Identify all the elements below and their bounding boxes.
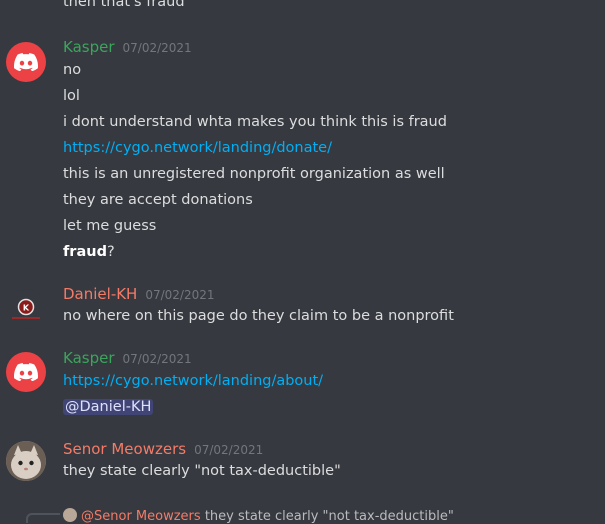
svg-text:K: K <box>23 304 30 313</box>
message-group-kasper-1: Kasper 07/02/2021 no lol i dont understan… <box>0 37 605 267</box>
username[interactable]: Kasper <box>63 38 115 56</box>
message-text: they state clearly "not tax-deductible" <box>63 463 341 479</box>
timestamp: 07/02/2021 <box>145 288 215 302</box>
message-text: they are accept donations <box>63 192 253 208</box>
message-text: no <box>63 62 82 78</box>
cat-avatar-icon <box>63 508 77 522</box>
discord-logo-icon[interactable] <box>6 352 46 392</box>
reply-preview[interactable]: @Senor Meowzers they state clearly "not … <box>63 508 454 524</box>
timestamp: 07/02/2021 <box>122 352 192 366</box>
reply-mention[interactable]: @Senor Meowzers <box>81 509 201 524</box>
message-header: Kasper 07/02/2021 <box>63 37 192 57</box>
timestamp: 07/02/2021 <box>122 41 192 55</box>
message-group-senor: Senor Meowzers 07/02/2021 they state clea… <box>0 439 605 485</box>
cat-avatar-icon[interactable] <box>6 441 46 481</box>
bold-suffix: ? <box>106 244 115 260</box>
message-text: no where on this page do they claim to b… <box>63 308 454 324</box>
message-group-daniel: K Daniel-KH 07/02/2021 no where on this p… <box>0 284 605 330</box>
about-link[interactable]: https://cygo.network/landing/about/ <box>63 371 323 391</box>
message-text: lol <box>63 88 80 104</box>
discord-logo-icon[interactable] <box>6 42 46 82</box>
reply-spine <box>26 513 60 523</box>
message-text: this is an unregistered nonprofit organi… <box>63 166 445 182</box>
donate-link[interactable]: https://cygo.network/landing/donate/ <box>63 138 332 158</box>
timestamp: 07/02/2021 <box>194 443 264 457</box>
user-mention[interactable]: @Daniel-KH <box>63 399 154 415</box>
partial-message: then that's fraud <box>63 0 185 10</box>
message-text: let me guess <box>63 218 157 234</box>
chat-messages: then that's fraud Kasper 07/02/2021 no lo… <box>0 0 605 524</box>
message-text: @Daniel-KH <box>63 397 154 417</box>
message-header: Kasper 07/02/2021 <box>63 348 192 368</box>
username[interactable]: Kasper <box>63 349 115 367</box>
message-header: Daniel-KH 07/02/2021 <box>63 284 215 304</box>
message-text: fraud? <box>63 242 115 262</box>
message-header: Senor Meowzers 07/02/2021 <box>63 439 263 459</box>
kh-logo-icon[interactable]: K <box>6 289 46 329</box>
reply-text: they state clearly "not tax-deductible" <box>204 509 454 524</box>
username[interactable]: Daniel-KH <box>63 285 137 303</box>
username[interactable]: Senor Meowzers <box>63 440 186 458</box>
message-text: i dont understand whta makes you think t… <box>63 114 447 130</box>
bold-word: fraud <box>63 244 107 260</box>
message-group-kasper-2: Kasper 07/02/2021 https://cygo.network/la… <box>0 348 605 420</box>
